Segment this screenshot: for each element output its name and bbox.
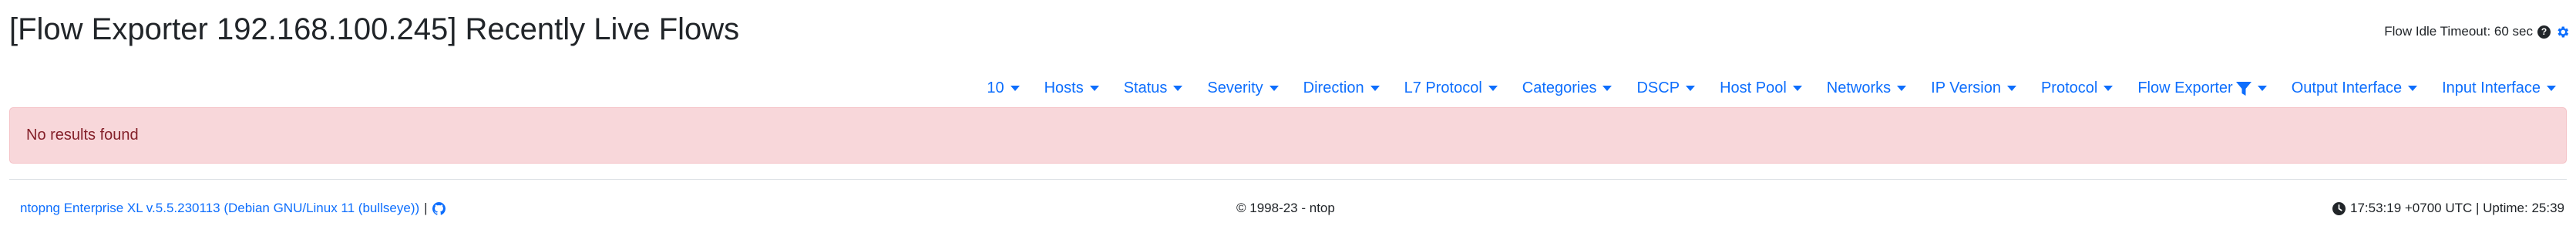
- filter-protocol[interactable]: Protocol: [2026, 79, 2122, 97]
- filter-host-pool[interactable]: Host Pool: [1704, 79, 1811, 97]
- footer-status: 17:53:19 +0700 UTC | Uptime: 25:39: [2332, 201, 2564, 216]
- caret-down-icon: [1269, 86, 1279, 91]
- caret-down-icon: [1488, 86, 1498, 91]
- filter-label: Input Interface: [2442, 79, 2541, 96]
- gear-icon[interactable]: [2555, 25, 2570, 39]
- filter-label: Protocol: [2040, 79, 2098, 96]
- filter-output-interface[interactable]: Output Interface: [2276, 79, 2426, 97]
- filter-page-size[interactable]: 10: [971, 79, 1028, 97]
- version-link[interactable]: ntopng Enterprise XL v.5.5.230113 (Debia…: [20, 201, 419, 216]
- page-title: [Flow Exporter 192.168.100.245] Recently…: [9, 12, 740, 46]
- footer-separator: |: [424, 201, 428, 215]
- idle-timeout: Flow Idle Timeout: 60 sec ?: [2384, 24, 2570, 39]
- filter-networks[interactable]: Networks: [1811, 79, 1915, 97]
- funnel-icon: [2235, 81, 2251, 96]
- filter-label: Direction: [1303, 79, 1364, 96]
- filter-hosts[interactable]: Hosts: [1029, 79, 1108, 97]
- caret-down-icon: [1602, 86, 1613, 91]
- footer-divider: [9, 179, 2567, 180]
- filter-dscp[interactable]: DSCP: [1621, 79, 1704, 97]
- question-circle-icon[interactable]: ?: [2537, 25, 2551, 39]
- filter-severity[interactable]: Severity: [1192, 79, 1287, 97]
- caret-down-icon: [2547, 86, 2556, 91]
- filter-label: IP Version: [1931, 79, 2001, 96]
- footer-version: ntopng Enterprise XL v.5.5.230113 (Debia…: [20, 201, 446, 216]
- caret-down-icon: [1010, 86, 1020, 91]
- idle-timeout-text: Flow Idle Timeout: 60 sec: [2384, 24, 2533, 39]
- filter-label: Host Pool: [1720, 79, 1787, 96]
- caret-down-icon: [2104, 86, 2114, 91]
- alert-message: No results found: [26, 127, 139, 144]
- filter-status[interactable]: Status: [1108, 79, 1192, 97]
- filter-label: Networks: [1826, 79, 1892, 96]
- footer-status-text: 17:53:19 +0700 UTC | Uptime: 25:39: [2349, 201, 2564, 215]
- filter-l7-protocol[interactable]: L7 Protocol: [1389, 79, 1507, 97]
- filter-flow-exporter[interactable]: Flow Exporter: [2122, 79, 2275, 97]
- footer-copyright: © 1998-23 - ntop: [1236, 201, 1335, 215]
- github-icon[interactable]: [432, 201, 446, 215]
- filter-categories[interactable]: Categories: [1507, 79, 1622, 97]
- filter-label: Severity: [1207, 79, 1263, 96]
- filter-label: DSCP: [1636, 79, 1680, 96]
- filter-label: Flow Exporter: [2137, 79, 2233, 96]
- filter-label: Hosts: [1044, 79, 1084, 96]
- caret-down-icon: [1897, 86, 1907, 91]
- caret-down-icon: [1686, 86, 1696, 91]
- filter-direction[interactable]: Direction: [1288, 79, 1389, 97]
- filter-label: Categories: [1522, 79, 1597, 96]
- filter-input-interface[interactable]: Input Interface: [2426, 79, 2565, 97]
- filter-ip-version[interactable]: IP Version: [1915, 79, 2026, 97]
- filter-label: 10: [987, 79, 1004, 96]
- filter-label: L7 Protocol: [1404, 79, 1482, 96]
- no-results-alert: No results found: [9, 107, 2567, 164]
- caret-down-icon: [2257, 86, 2267, 91]
- caret-down-icon: [2408, 86, 2418, 91]
- caret-down-icon: [1173, 86, 1183, 91]
- filter-label: Output Interface: [2291, 79, 2403, 96]
- filter-bar: 10 Hosts Status Severity Direction L7 Pr…: [971, 79, 2565, 97]
- filter-label: Status: [1123, 79, 1168, 96]
- caret-down-icon: [2006, 86, 2016, 91]
- caret-down-icon: [1792, 86, 1802, 91]
- caret-down-icon: [1370, 86, 1380, 91]
- clock-icon: [2332, 201, 2346, 215]
- caret-down-icon: [1089, 86, 1099, 91]
